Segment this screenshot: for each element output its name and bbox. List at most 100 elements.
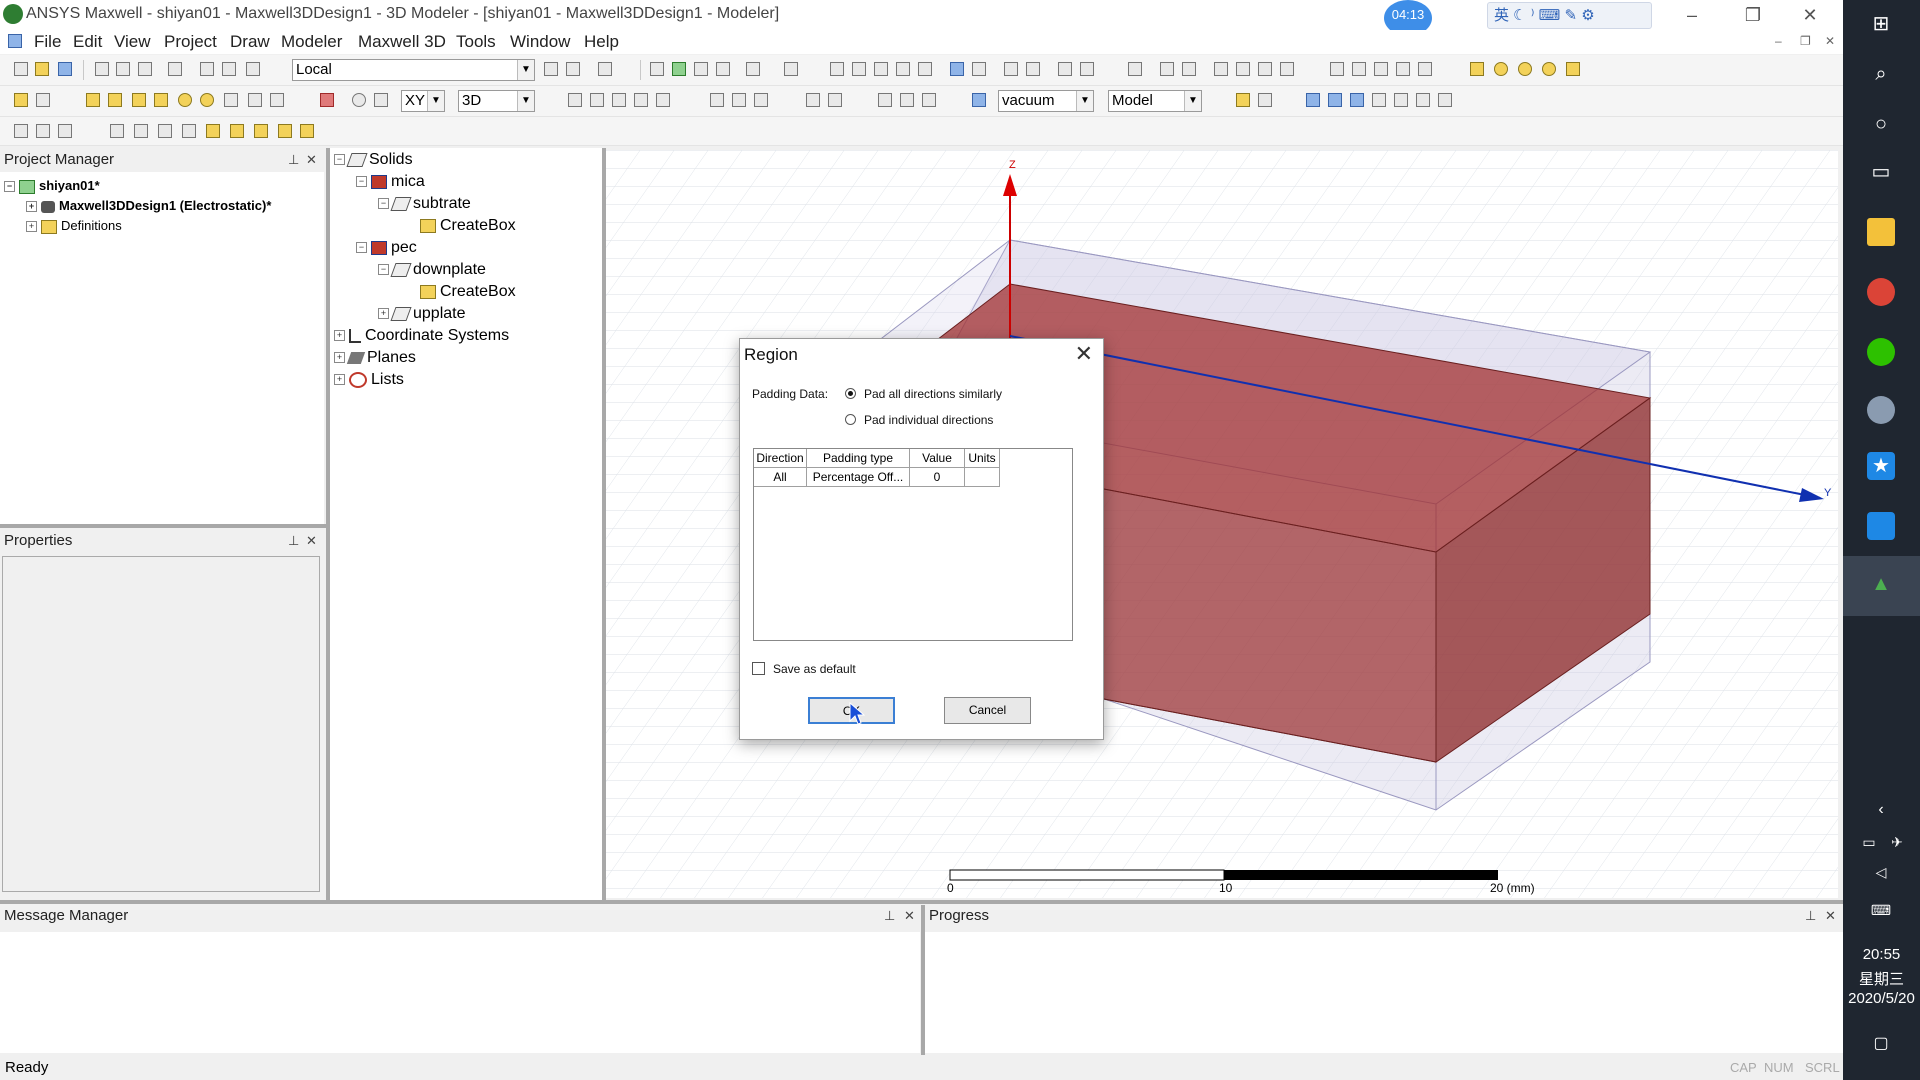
pan-icon[interactable]	[830, 62, 844, 76]
close-icon[interactable]: ✕	[904, 905, 915, 927]
fit-selection-icon[interactable]	[972, 62, 986, 76]
draw-regular-polygon-icon[interactable]	[1518, 62, 1532, 76]
cs-expression-icon[interactable]	[1416, 93, 1430, 107]
mdi-restore-button[interactable]: ❐	[1800, 34, 1811, 48]
split-icon[interactable]	[656, 93, 670, 107]
close-window-button[interactable]: ✕	[1790, 2, 1830, 28]
plane-select[interactable]: XY ▼	[401, 90, 445, 112]
tree-upplate[interactable]: + upplate	[378, 305, 466, 323]
collapse-icon[interactable]: −	[356, 242, 367, 254]
tree-solids[interactable]: − Solids	[334, 151, 413, 169]
collapse-icon[interactable]: −	[4, 181, 15, 193]
draw-equation-icon[interactable]	[1418, 62, 1432, 76]
expand-icon[interactable]: +	[26, 221, 37, 233]
radio-pad-individual[interactable]	[845, 414, 856, 425]
cell-direction[interactable]: All	[754, 468, 807, 487]
whats-this-icon[interactable]	[36, 93, 50, 107]
thicken-icon[interactable]	[828, 93, 842, 107]
boundary-icon[interactable]	[14, 124, 28, 138]
sweep-icon[interactable]	[806, 93, 820, 107]
draw-polyhedron-icon[interactable]	[132, 93, 146, 107]
pad-individual-label[interactable]: Pad individual directions	[864, 413, 993, 427]
close-icon[interactable]: ✕	[1825, 905, 1836, 927]
tree-createbox-1[interactable]: CreateBox	[420, 217, 516, 235]
render-1-icon[interactable]	[1214, 62, 1228, 76]
find-icon[interactable]	[746, 62, 760, 76]
draw-circle-icon[interactable]	[1494, 62, 1508, 76]
open-icon[interactable]	[35, 62, 49, 76]
point-icon[interactable]	[352, 93, 366, 107]
paste-icon[interactable]	[138, 62, 152, 76]
menu-draw[interactable]: Draw	[230, 32, 270, 52]
draw-ellipse-icon[interactable]	[1542, 62, 1556, 76]
cell-value[interactable]: 0	[910, 468, 965, 487]
design-node[interactable]: + Maxwell3DDesign1 (Electrostatic)*	[26, 198, 271, 213]
cell-units[interactable]	[965, 468, 1000, 487]
sweep-setup-icon[interactable]	[230, 124, 244, 138]
save-icon[interactable]	[58, 62, 72, 76]
draw-center-arc-icon[interactable]	[1396, 62, 1410, 76]
undo-icon[interactable]	[222, 62, 236, 76]
project-node[interactable]: − shiyan01*	[4, 178, 100, 194]
save-default-label[interactable]: Save as default	[773, 662, 856, 676]
render-4-icon[interactable]	[1280, 62, 1294, 76]
ime-tray-icon[interactable]: ⌨	[1867, 896, 1895, 924]
tree-lists[interactable]: + Lists	[334, 371, 404, 389]
optimetrics-icon[interactable]	[254, 124, 268, 138]
draw-cone-icon[interactable]	[154, 93, 168, 107]
menu-maxwell3d[interactable]: Maxwell 3D	[358, 32, 446, 52]
menu-help[interactable]: Help	[584, 32, 619, 52]
chevron-left-icon[interactable]: ‹	[1867, 796, 1895, 824]
fit-all-icon[interactable]	[950, 62, 964, 76]
collapse-icon[interactable]: −	[334, 154, 345, 166]
radio-pad-all[interactable]	[845, 388, 856, 399]
render-3-icon[interactable]	[1258, 62, 1272, 76]
mode-select[interactable]: 3D ▼	[458, 90, 535, 112]
app-icon[interactable]	[1867, 396, 1895, 424]
rotate-local-icon[interactable]	[874, 62, 888, 76]
new-icon[interactable]	[14, 62, 28, 76]
mdi-minimize-button[interactable]: –	[1775, 34, 1782, 48]
previous-view-icon[interactable]	[1058, 62, 1072, 76]
close-icon[interactable]: ✕	[306, 149, 317, 171]
tree-subtrate[interactable]: − subtrate	[378, 195, 471, 213]
mesh-3-icon[interactable]	[158, 124, 172, 138]
draw-helix-icon[interactable]	[224, 93, 238, 107]
pin-icon[interactable]: ⊥	[288, 530, 299, 552]
tree-planes[interactable]: + Planes	[334, 349, 416, 367]
eye-icon[interactable]	[1128, 62, 1142, 76]
rotate-icon[interactable]	[852, 62, 866, 76]
menu-window[interactable]: Window	[510, 32, 570, 52]
expand-icon[interactable]: +	[334, 352, 345, 364]
cs-set-working-icon[interactable]	[1394, 93, 1408, 107]
copy-icon[interactable]	[116, 62, 130, 76]
file-explorer-icon[interactable]	[1867, 218, 1895, 246]
show-icon[interactable]	[1160, 62, 1174, 76]
duplicate-along-line-icon[interactable]	[878, 93, 892, 107]
redo-icon[interactable]	[246, 62, 260, 76]
pin-icon[interactable]: ⊥	[288, 149, 299, 171]
ansys-taskbar-icon[interactable]: ▲	[1867, 570, 1895, 598]
plane-icon[interactable]	[374, 93, 388, 107]
zoom-in-icon[interactable]	[1004, 62, 1018, 76]
airplane-icon[interactable]: ✈	[1883, 828, 1911, 856]
restore-button[interactable]: ❐	[1733, 2, 1773, 28]
intersect-icon[interactable]	[612, 93, 626, 107]
draw-sphere-icon[interactable]	[178, 93, 192, 107]
snap-icon[interactable]	[566, 62, 580, 76]
padding-grid[interactable]: Direction Padding type Value Units All P…	[753, 448, 1073, 641]
tree-coordinate-systems[interactable]: + Coordinate Systems	[334, 327, 509, 345]
help-icon[interactable]	[14, 93, 28, 107]
taskbar-time[interactable]: 20:55	[1843, 946, 1920, 963]
col-header-padding-type[interactable]: Padding type	[807, 449, 910, 468]
draw-region-icon[interactable]	[320, 93, 334, 107]
taskbar-weekday[interactable]: 星期三	[1843, 968, 1920, 989]
imprint-icon[interactable]	[634, 93, 648, 107]
material-icon[interactable]	[972, 93, 986, 107]
draw-bondwire-icon[interactable]	[270, 93, 284, 107]
hide-icon[interactable]	[1182, 62, 1196, 76]
cloud-app-icon[interactable]	[1867, 512, 1895, 540]
zoom-icon[interactable]	[918, 62, 932, 76]
rotate-object-icon[interactable]	[732, 93, 746, 107]
draw-rectangle-icon[interactable]	[1470, 62, 1484, 76]
